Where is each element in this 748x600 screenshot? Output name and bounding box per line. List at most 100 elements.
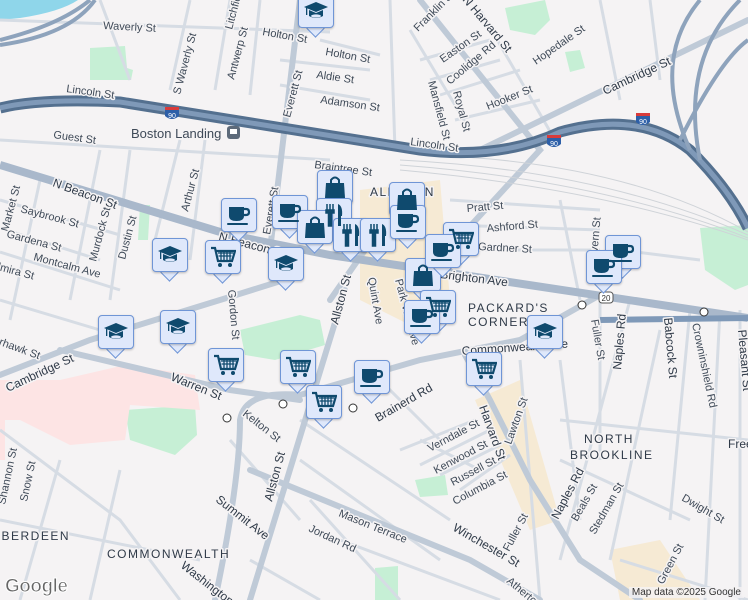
school-marker[interactable] (152, 238, 190, 282)
cafe-icon (409, 305, 435, 329)
cafe-marker[interactable] (390, 205, 428, 249)
marker-badge (586, 250, 622, 284)
svg-text:COMMONWEALTH: COMMONWEALTH (107, 547, 230, 561)
grocery-icon (213, 353, 239, 377)
marker-badge (527, 315, 563, 349)
svg-text:Freeman St: Freeman St (728, 437, 748, 451)
svg-text:Babcock St: Babcock St (661, 317, 680, 379)
restaurant-icon (365, 223, 391, 247)
shopping-icon (410, 263, 436, 287)
svg-text:20: 20 (602, 294, 611, 303)
marker-badge (205, 240, 241, 274)
svg-text:Litchfield St: Litchfield St (223, 0, 249, 31)
grocery-icon (210, 245, 236, 269)
grocery-marker[interactable] (466, 352, 504, 396)
cafe-icon (591, 255, 617, 279)
shopping-icon (322, 175, 348, 199)
svg-text:90: 90 (550, 141, 558, 148)
svg-text:90: 90 (168, 113, 176, 120)
marker-badge (317, 170, 353, 204)
google-logo: Google (4, 576, 68, 598)
map-canvas[interactable]: 90 90 90 20 Waverly St Holton St Holton … (0, 0, 748, 600)
school-marker[interactable] (98, 315, 136, 359)
marker-badge (297, 210, 333, 244)
cafe-icon (359, 365, 385, 389)
marker-badge (354, 360, 390, 394)
svg-text:PACKARD'S: PACKARD'S (468, 301, 549, 315)
svg-text:90: 90 (639, 119, 647, 126)
cambridge-st-road (0, 272, 303, 378)
school-icon (303, 0, 329, 23)
school-marker[interactable] (268, 247, 306, 291)
marker-badge (160, 310, 196, 344)
marker-badge (268, 247, 304, 281)
school-icon (532, 320, 558, 344)
cafe-marker[interactable] (354, 360, 392, 404)
school-marker[interactable] (160, 310, 198, 354)
cafe-icon (226, 203, 252, 227)
cafe-icon (430, 239, 456, 263)
grocery-icon (311, 390, 337, 414)
school-icon (165, 315, 191, 339)
svg-text:Saybrook St: Saybrook St (19, 203, 80, 230)
shopping-icon (302, 215, 328, 239)
svg-text:BROOKLINE: BROOKLINE (570, 448, 654, 462)
cafe-icon (277, 200, 303, 224)
marker-badge (466, 352, 502, 386)
svg-text:N Beacon St: N Beacon St (51, 176, 120, 212)
marker-badge (360, 218, 396, 252)
marker-badge (425, 234, 461, 268)
marker-badge (221, 198, 257, 232)
svg-text:Mansfield St: Mansfield St (425, 80, 452, 142)
svg-text:Fuller St: Fuller St (588, 318, 607, 360)
svg-text:Market St: Market St (0, 184, 23, 233)
school-icon (273, 252, 299, 276)
marker-badge (333, 218, 369, 252)
svg-text:Sparhawk St: Sparhawk St (0, 330, 42, 363)
school-icon (157, 243, 183, 267)
svg-text:Ashford St: Ashford St (486, 219, 538, 235)
svg-text:Antwerp St: Antwerp St (225, 26, 251, 81)
svg-text:Gardner St: Gardner St (478, 241, 532, 256)
marker-badge (306, 385, 342, 419)
svg-text:Snow St: Snow St (18, 460, 38, 503)
school-marker[interactable] (527, 315, 565, 359)
grocery-marker[interactable] (205, 240, 243, 284)
svg-text:Boston Landing: Boston Landing (131, 126, 221, 141)
school-marker[interactable] (298, 0, 336, 38)
marker-badge (405, 258, 441, 292)
svg-text:Gardena St: Gardena St (5, 228, 62, 254)
marker-badge (390, 205, 426, 239)
svg-text:Washington St: Washington St (178, 558, 248, 600)
marker-badge (280, 350, 316, 384)
restaurant-icon (338, 223, 364, 247)
marker-badge (152, 238, 188, 272)
marker-badge (208, 348, 244, 382)
train-station-icon[interactable] (227, 126, 240, 139)
svg-text:Pleasant St: Pleasant St (735, 329, 748, 392)
grocery-icon (285, 355, 311, 379)
svg-text:Holton St: Holton St (324, 46, 371, 66)
map-attribution[interactable]: Map data ©2025 Google (628, 587, 744, 598)
svg-text:Jordan Rd: Jordan Rd (307, 523, 358, 555)
svg-text:ABERDEEN: ABERDEEN (0, 529, 70, 543)
marker-badge (404, 300, 440, 334)
svg-text:Dwight St: Dwight St (680, 492, 727, 526)
svg-text:NORTH: NORTH (584, 432, 634, 446)
school-icon (103, 320, 129, 344)
svg-text:Murdock St: Murdock St (87, 206, 113, 263)
cafe-marker[interactable] (221, 198, 259, 242)
marker-badge (98, 315, 134, 349)
svg-text:Pratt St: Pratt St (466, 200, 504, 215)
cafe-icon (395, 210, 421, 234)
svg-text:Atherton Rd: Atherton Rd (504, 575, 557, 600)
marker-badge (298, 0, 334, 28)
grocery-marker[interactable] (306, 385, 344, 429)
grocery-marker[interactable] (208, 348, 246, 392)
svg-text:Kelton St: Kelton St (240, 408, 283, 445)
svg-text:CORNER: CORNER (468, 315, 529, 329)
svg-text:Everett St: Everett St (281, 69, 305, 119)
svg-text:Franklin St: Franklin St (412, 0, 458, 34)
shopping-icon (394, 187, 420, 211)
svg-text:Aldie St: Aldie St (316, 69, 355, 86)
